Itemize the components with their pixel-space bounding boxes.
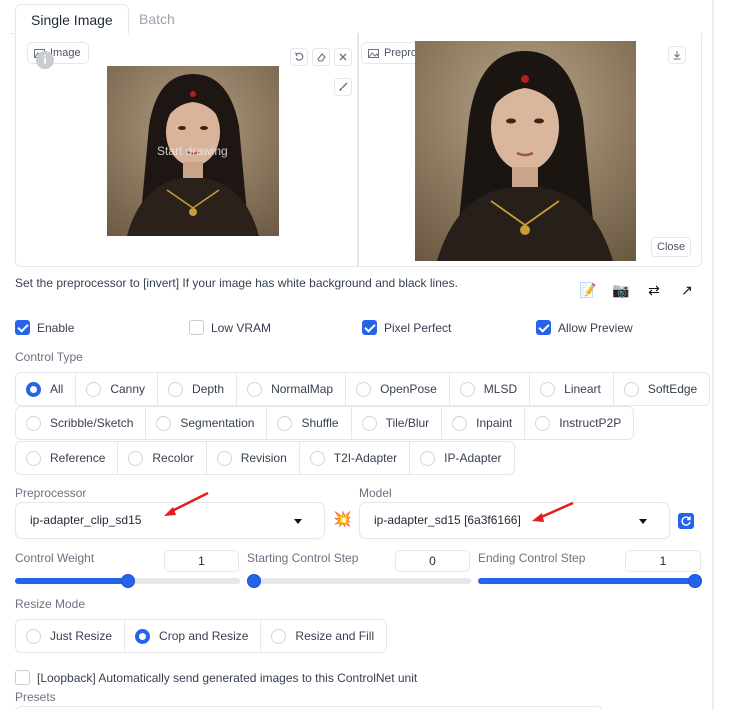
run-preprocessor-icon[interactable]: 💥 [333, 511, 352, 529]
invert-hint: Set the preprocessor to [invert] If your… [15, 276, 458, 290]
presets-label: Presets [15, 690, 56, 704]
starting-step-input[interactable]: 0 [395, 550, 470, 572]
control-type-option[interactable]: Inpaint [441, 406, 526, 440]
control-type-option[interactable]: Reference [15, 441, 119, 475]
start-drawing-overlay: Start drawing [157, 144, 228, 158]
control-type-option[interactable]: Lineart [529, 372, 614, 406]
model-select[interactable]: ip-adapter_sd15 [6a3f6166] [359, 502, 670, 539]
annotation-arrow [164, 491, 209, 516]
resize-option[interactable]: Resize and Fill [260, 619, 388, 653]
swap-icon[interactable]: ⇄ [642, 278, 666, 302]
image-icon [368, 49, 379, 58]
model-value: ip-adapter_sd15 [6a3f6166] [374, 513, 521, 527]
preprocessor-value: ip-adapter_clip_sd15 [30, 513, 142, 527]
preprocessor-label: Preprocessor [15, 486, 87, 500]
model-label: Model [359, 486, 392, 500]
close-preview-button[interactable]: Close [651, 237, 692, 257]
control-type-row-1: All Canny Depth NormalMap OpenPose MLSD … [15, 372, 711, 406]
resize-option[interactable]: Crop and Resize [124, 619, 262, 653]
low-vram-label: Low VRAM [211, 321, 272, 335]
ending-step-slider[interactable] [478, 574, 702, 588]
control-type-option[interactable]: Canny [75, 372, 159, 406]
loopback-label: [Loopback] Automatically send generated … [37, 671, 418, 685]
send-dimensions-icon[interactable]: ↗ [675, 278, 699, 302]
control-type-label: Control Type [15, 350, 83, 364]
control-type-option[interactable]: Tile/Blur [350, 406, 443, 440]
close-icon[interactable] [334, 48, 352, 66]
ending-step-input[interactable]: 1 [625, 550, 701, 572]
low-vram-checkbox[interactable] [189, 320, 204, 335]
starting-step-label: Starting Control Step [247, 551, 359, 565]
undo-icon[interactable] [290, 48, 308, 66]
preview-image [415, 41, 636, 261]
control-type-option[interactable]: SoftEdge [612, 372, 711, 406]
enable-checkbox[interactable] [15, 320, 30, 335]
slider-handle[interactable] [121, 574, 135, 588]
control-type-row-3: Reference Recolor Revision T2I-Adapter I… [15, 441, 515, 475]
download-icon[interactable] [668, 46, 686, 64]
info-icon[interactable]: i [36, 51, 54, 69]
control-type-option[interactable]: Revision [205, 441, 300, 475]
control-type-option[interactable]: Scribble/Sketch [15, 406, 147, 440]
enable-label: Enable [37, 321, 75, 335]
loopback-checkbox[interactable] [15, 670, 30, 685]
eraser-icon[interactable] [312, 48, 330, 66]
slider-handle[interactable] [247, 574, 261, 588]
tab-single-image[interactable]: Single Image [15, 4, 129, 34]
control-type-option[interactable]: Recolor [117, 441, 207, 475]
allow-preview-checkbox[interactable] [536, 320, 551, 335]
chevron-down-icon [639, 519, 647, 524]
controlnet-panel: Single Image Batch Image i Start drawing… [0, 0, 740, 710]
control-type-option[interactable]: IP-Adapter [409, 441, 515, 475]
starting-step-slider[interactable] [247, 574, 471, 588]
resize-mode-label: Resize Mode [15, 597, 86, 611]
control-type-option[interactable]: InstructP2P [524, 406, 635, 440]
control-weight-slider[interactable] [15, 574, 240, 588]
presets-select[interactable] [15, 706, 603, 710]
control-weight-input[interactable]: 1 [164, 550, 239, 572]
control-type-option[interactable]: All [15, 372, 77, 406]
control-type-option[interactable]: NormalMap [236, 372, 347, 406]
control-type-row-2: Scribble/Sketch Segmentation Shuffle Til… [15, 406, 635, 440]
resize-mode-group: Just Resize Crop and Resize Resize and F… [15, 619, 388, 653]
slider-handle[interactable] [688, 574, 702, 588]
scrollbar-track[interactable] [712, 0, 714, 710]
brush-icon[interactable] [334, 78, 352, 96]
control-type-option[interactable]: Shuffle [266, 406, 352, 440]
tab-batch[interactable]: Batch [124, 4, 190, 34]
control-type-option[interactable]: MLSD [448, 372, 531, 406]
annotation-arrow [532, 501, 574, 522]
ending-step-label: Ending Control Step [478, 551, 586, 565]
chevron-down-icon [294, 519, 302, 524]
control-type-option[interactable]: OpenPose [345, 372, 450, 406]
control-type-option[interactable]: Depth [157, 372, 238, 406]
control-type-option[interactable]: Segmentation [145, 406, 268, 440]
camera-icon[interactable]: 📷 [609, 278, 633, 302]
resize-option[interactable]: Just Resize [15, 619, 126, 653]
allow-preview-label: Allow Preview [558, 321, 633, 335]
control-weight-label: Control Weight [15, 551, 95, 565]
pixel-perfect-checkbox[interactable] [362, 320, 377, 335]
control-type-option[interactable]: T2I-Adapter [298, 441, 411, 475]
edit-icon[interactable]: 📝 [576, 278, 600, 302]
pixel-perfect-label: Pixel Perfect [384, 321, 452, 335]
refresh-icon[interactable] [678, 513, 694, 529]
image-label: Image [50, 47, 81, 59]
